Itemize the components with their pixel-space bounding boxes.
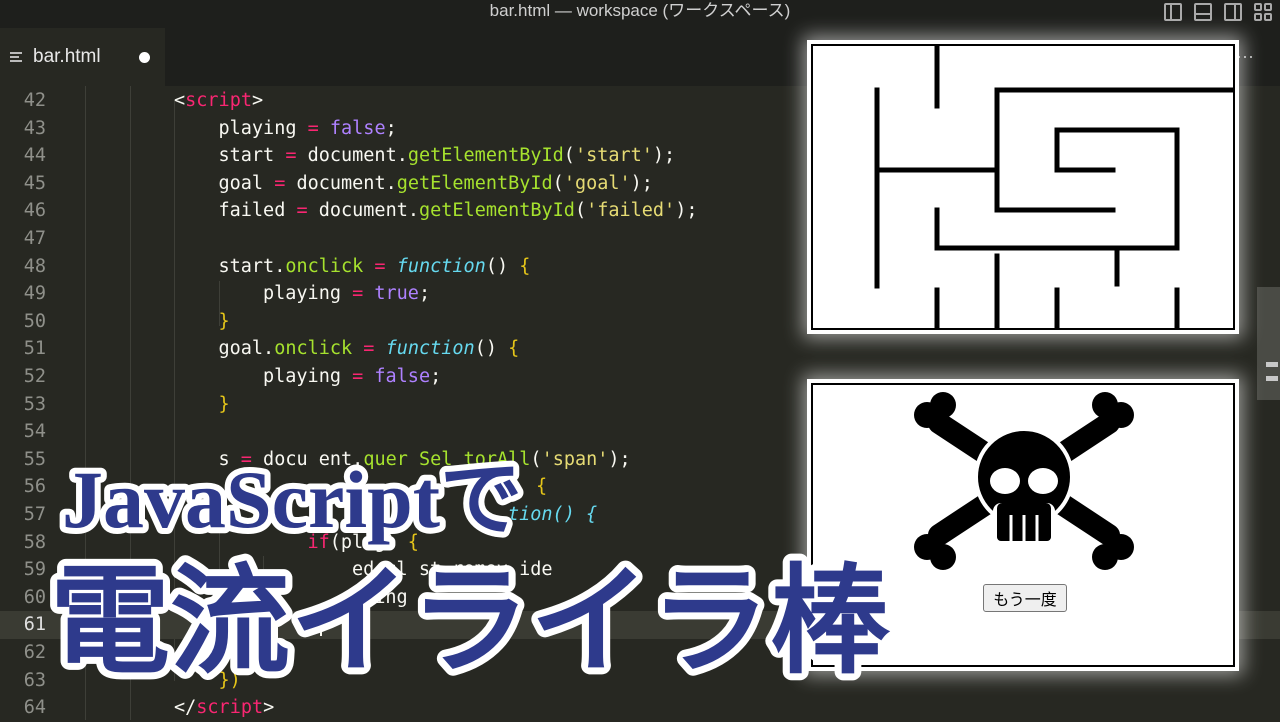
code-text: start.onclick = function() {	[218, 255, 531, 277]
code-text: playing = false;	[263, 366, 442, 387]
window-title: bar.html — workspace (ワークスペース)	[489, 1, 791, 20]
code-line[interactable]: 63})	[0, 667, 1280, 695]
line-number: 46	[23, 200, 46, 222]
line-number: 49	[23, 283, 46, 305]
line-number: 57	[23, 504, 46, 525]
code-fragment: {	[536, 476, 548, 498]
toggle-primary-sidebar-icon[interactable]	[1164, 3, 1182, 21]
customize-layout-icon[interactable]	[1254, 3, 1272, 21]
code-text: playing = false;	[218, 117, 397, 139]
code-fragment: tion() {	[508, 504, 598, 525]
retry-button[interactable]: もう一度	[983, 584, 1067, 612]
code-line[interactable]: 64 </script>	[0, 694, 1280, 722]
skull-crossbones-icon	[914, 392, 1134, 570]
tab-bar-html[interactable]: bar.html	[0, 28, 165, 86]
code-text: goal.onclick = function() {	[218, 338, 520, 360]
line-number: 54	[23, 421, 46, 443]
maze-preview	[811, 44, 1236, 331]
more-actions-icon[interactable]: ···	[1236, 46, 1254, 67]
code-line[interactable]: 51 goal.onclick = function() {	[0, 335, 1280, 363]
line-number: 44	[23, 145, 46, 167]
line-number: 52	[23, 366, 46, 387]
file-lines-icon	[10, 52, 22, 62]
maze-graphic	[874, 45, 1236, 331]
line-number: 45	[23, 172, 46, 194]
line-number: 48	[23, 255, 46, 277]
line-number: 47	[23, 228, 46, 249]
toggle-panel-icon[interactable]	[1194, 3, 1212, 21]
tab-label: bar.html	[33, 46, 101, 67]
layout-controls	[1164, 3, 1272, 21]
vertical-scrollbar[interactable]	[1257, 287, 1280, 400]
code-text: ed.cl st.remov ide	[352, 559, 553, 581]
line-number: 43	[23, 117, 46, 139]
line-number: 60	[23, 586, 46, 608]
code-text: <script>	[174, 90, 264, 111]
line-number: 50	[23, 310, 46, 332]
unsaved-dot-icon[interactable]	[139, 52, 150, 63]
code-text: playing = true;	[263, 283, 431, 305]
toggle-secondary-sidebar-icon[interactable]	[1224, 3, 1242, 21]
line-number: 59	[23, 559, 46, 581]
code-text: }	[218, 310, 230, 332]
line-number: 42	[23, 90, 46, 111]
code-text: failed = document.getElementById('failed…	[218, 200, 698, 222]
code-text: }	[218, 393, 230, 415]
line-number: 58	[23, 531, 46, 553]
scroll-marker	[1266, 376, 1278, 381]
code-text: start = document.getElementById('start')…	[218, 145, 676, 167]
line-number: 56	[23, 476, 46, 498]
failed-preview: もう一度	[811, 383, 1235, 667]
text-cursor	[319, 614, 322, 637]
scroll-marker	[1266, 362, 1278, 367]
line-number: 61	[23, 614, 46, 636]
line-number: 63	[23, 669, 46, 691]
code-text: </script>	[174, 697, 275, 719]
code-text: s = docu ent.quer Sel torAll('span');	[218, 448, 631, 470]
code-text: goal = document.getElementById('goal');	[218, 172, 653, 194]
line-number: 53	[23, 393, 46, 415]
line-number: 64	[23, 697, 46, 719]
line-number: 51	[23, 338, 46, 360]
title-bar: bar.html — workspace (ワークスペース)	[0, 0, 1280, 28]
line-number: 62	[23, 642, 46, 663]
code-text: })	[218, 669, 241, 691]
code-text: if(pl g) {	[307, 531, 419, 553]
line-number: 55	[23, 448, 46, 470]
code-text: aying	[352, 586, 408, 608]
